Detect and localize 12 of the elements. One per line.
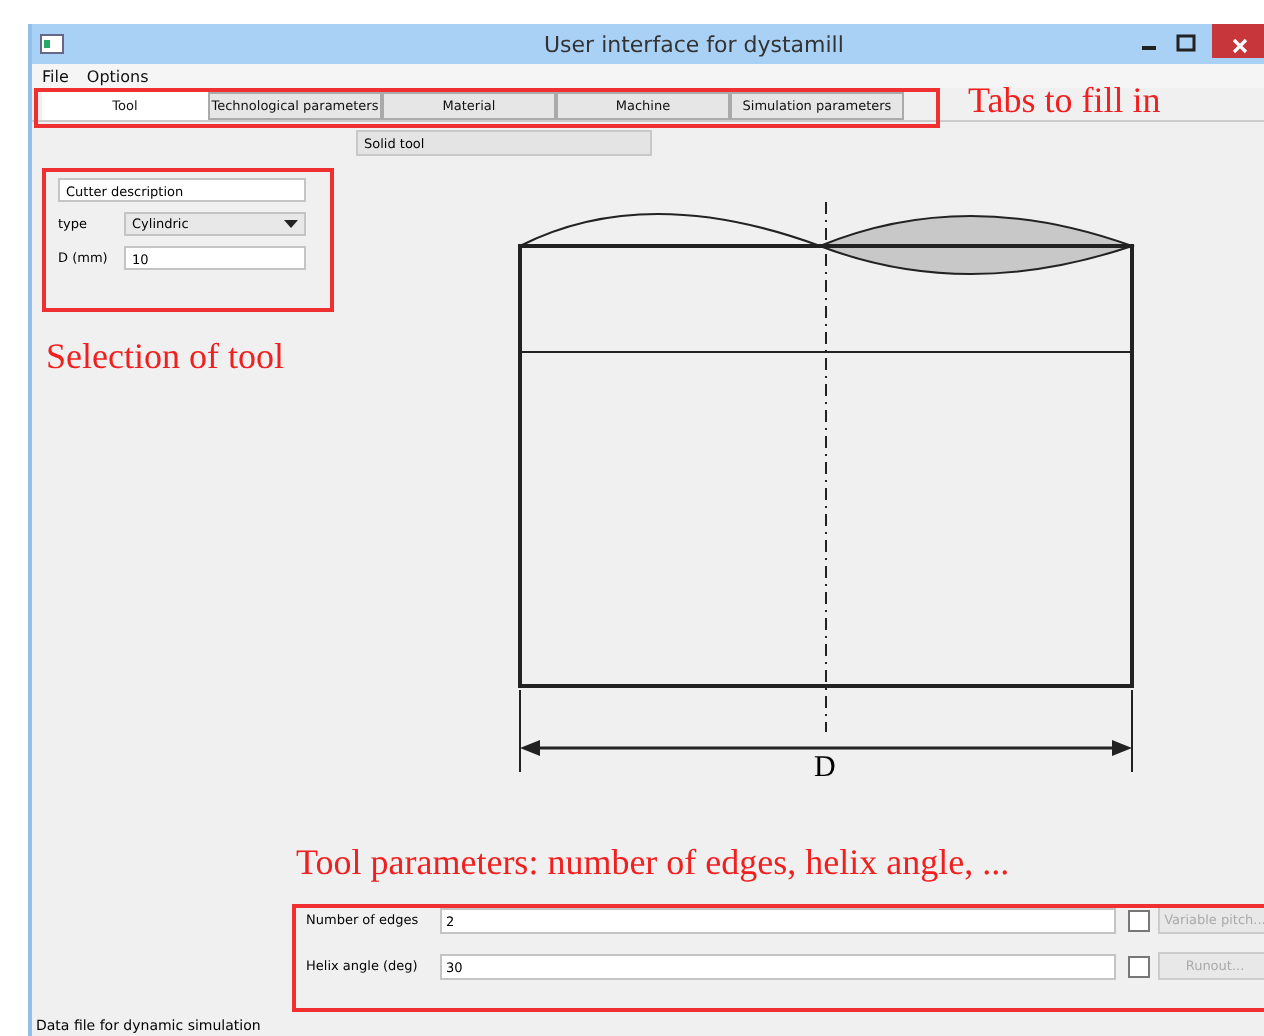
window-title: User interface for dystamill [544, 31, 844, 57]
app-icon [40, 34, 64, 54]
menu-item[interactable]: Options [86, 67, 149, 85]
close-button[interactable] [1212, 24, 1264, 58]
maximize-icon[interactable] [1176, 34, 1196, 54]
close-icon [1232, 38, 1248, 54]
dimension-label: D [814, 752, 836, 786]
annotation-text: Tabs to fill in [968, 80, 1161, 122]
annotation-text: Selection of tool [46, 336, 284, 378]
annotation-text: Tool parameters: number of edges, helix angle, ... [296, 842, 1010, 884]
caret-icon [284, 220, 298, 228]
menu-item[interactable]: File [42, 67, 69, 85]
